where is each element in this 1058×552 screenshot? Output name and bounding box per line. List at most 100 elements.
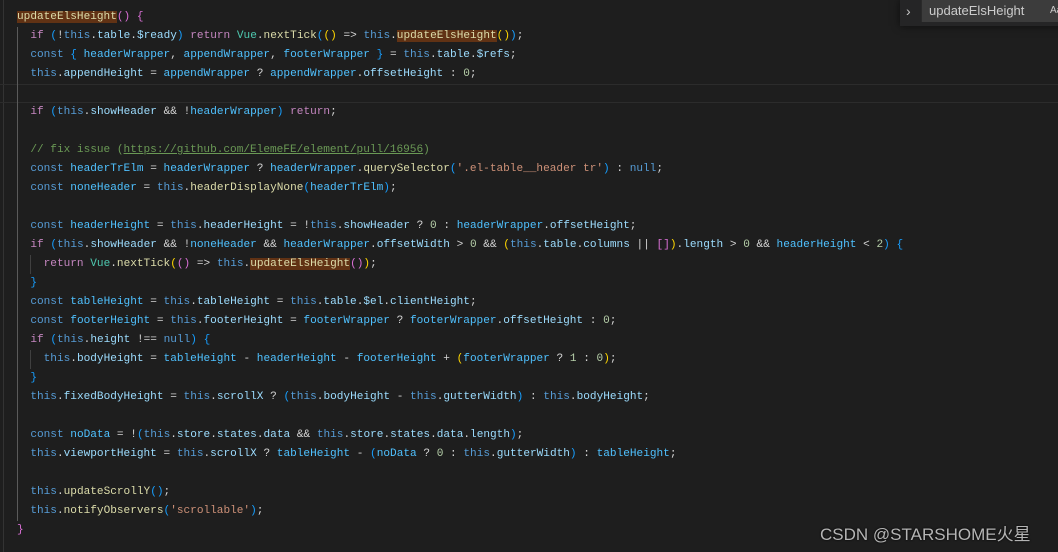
operator: ! <box>130 429 137 441</box>
identifier: height <box>90 334 131 346</box>
code-line[interactable]: const { headerWrapper, appendWrapper, fo… <box>17 46 1058 65</box>
keyword: this <box>316 429 344 441</box>
keyword: this <box>543 391 570 403</box>
code-line[interactable]: this.bodyHeight = tableHeight - headerHe… <box>17 350 1058 369</box>
operator: . <box>430 429 437 441</box>
code-line[interactable] <box>17 464 1058 483</box>
constant: headerTrElm <box>310 182 384 194</box>
code-line[interactable]: if (!this.table.$ready) return Vue.nextT… <box>17 27 1058 46</box>
indent-guide <box>17 236 18 255</box>
code-line[interactable]: if (this.showHeader && !headerWrapper) r… <box>17 103 1058 122</box>
code-line[interactable]: if (this.height !== null) { <box>17 331 1058 350</box>
constant: headerWrapper <box>190 106 277 118</box>
code-line[interactable] <box>17 122 1058 141</box>
operator: ! <box>57 30 64 42</box>
code-line[interactable]: } <box>17 274 1058 293</box>
code-line[interactable]: const tableHeight = this.tableHeight = t… <box>17 293 1058 312</box>
keyword: null <box>629 163 657 175</box>
keyword: this <box>363 30 391 42</box>
code-line[interactable] <box>17 407 1058 426</box>
identifier: scrollX <box>210 448 257 460</box>
indent-guide <box>30 255 32 274</box>
code-line[interactable]: this.fixedBodyHeight = this.scrollX ? (t… <box>17 388 1058 407</box>
code-editor[interactable]: updateElsHeight() { if (!this.table.$rea… <box>0 0 1058 552</box>
code-line[interactable]: // fix issue (https://github.com/ElemeFE… <box>17 141 1058 160</box>
code-line[interactable]: const headerHeight = this.headerHeight =… <box>17 217 1058 236</box>
identifier: $ready <box>136 30 177 42</box>
code-line[interactable]: const noData = !(this.store.states.data … <box>17 426 1058 445</box>
comment: ) <box>423 144 430 156</box>
keyword: return <box>290 106 331 118</box>
constant: tableHeight <box>276 448 351 460</box>
code-line[interactable]: this.appendHeight = appendWrapper ? appe… <box>17 65 1058 84</box>
function-name: querySelector <box>363 163 450 175</box>
indent-guide <box>17 369 18 388</box>
identifier: store <box>350 429 384 441</box>
code-line[interactable]: } <box>17 369 1058 388</box>
code-line[interactable]: return Vue.nextTick(() => this.updateEls… <box>17 255 1058 274</box>
identifier: states <box>216 429 257 441</box>
code-line[interactable] <box>0 84 1058 103</box>
constant: footerWrapper <box>283 49 370 61</box>
indent-guide <box>17 46 18 65</box>
keyword: this <box>143 429 171 441</box>
code-line[interactable]: this.viewportHeight = this.scrollX ? tab… <box>17 445 1058 464</box>
constant: footerWrapper <box>409 315 497 327</box>
code-line[interactable]: const footerHeight = this.footerHeight =… <box>17 312 1058 331</box>
constant: footerWrapper <box>463 353 550 365</box>
indent-guide <box>17 388 18 407</box>
constant: appendWrapper <box>183 49 271 61</box>
code-line[interactable]: this.updateScrollY(); <box>17 483 1058 502</box>
operator: . <box>196 315 204 327</box>
identifier: offsetHeight <box>363 68 444 80</box>
keyword: this <box>163 296 191 308</box>
code-line[interactable]: const noneHeader = this.headerDisplayNon… <box>17 179 1058 198</box>
comment-link[interactable]: https://github.com/ElemeFE/element/pull/… <box>124 144 424 156</box>
bracket: ) <box>156 486 164 498</box>
constant: noneHeader <box>190 239 257 251</box>
indent-guide <box>17 312 18 331</box>
operator: . <box>210 391 217 403</box>
identifier: showHeader <box>343 220 410 232</box>
code-line[interactable]: const headerTrElm = headerWrapper ? head… <box>17 160 1058 179</box>
find-input[interactable]: updateElsHeight Aa ab <box>921 0 1058 22</box>
code-area[interactable]: updateElsHeight() { if (!this.table.$rea… <box>17 8 1058 540</box>
operator: . <box>110 258 117 270</box>
indent-guide <box>17 426 18 445</box>
match-case-button[interactable]: Aa <box>1050 5 1058 16</box>
identifier: length <box>470 429 510 441</box>
function-name: updateElsHeight <box>17 11 117 23</box>
bracket: ( <box>170 258 177 270</box>
bracket: ) <box>510 30 517 42</box>
keyword: this <box>30 448 57 460</box>
indent-guide <box>17 27 18 46</box>
bracket: ) <box>503 30 511 42</box>
code-line[interactable] <box>17 198 1058 217</box>
chevron-right-icon[interactable]: › <box>906 3 911 19</box>
code-line[interactable]: if (this.showHeader && !noneHeader && he… <box>17 236 1058 255</box>
string-literal: '.el-table__header tr' <box>456 163 604 175</box>
bracket: { <box>136 11 144 23</box>
identifier: appendHeight <box>63 68 144 80</box>
operator: ; <box>256 505 264 517</box>
operator: . <box>70 353 77 365</box>
keyword: const <box>30 49 64 61</box>
keyword: this <box>183 391 211 403</box>
bracket: { <box>896 239 904 251</box>
code-line[interactable]: this.notifyObservers('scrollable'); <box>17 502 1058 521</box>
